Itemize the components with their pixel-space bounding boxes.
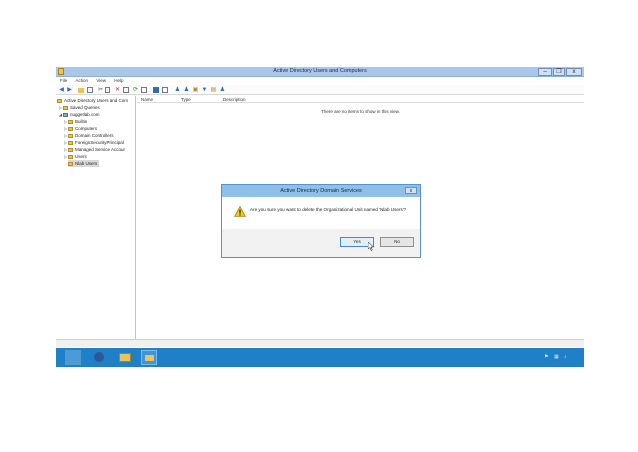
- folder-icon: [68, 147, 73, 152]
- confirm-delete-dialog: Active Directory Domain Services x Are y…: [221, 184, 421, 258]
- folder-icon: [68, 140, 73, 145]
- tree-item-label: nuggetlab.com: [70, 112, 100, 117]
- mouse-cursor-icon: [368, 242, 374, 251]
- column-header-row: Name Type Description: [137, 96, 584, 103]
- minimize-button[interactable]: –: [538, 68, 552, 76]
- powershell-icon[interactable]: [91, 350, 107, 365]
- find-icon[interactable]: ▤: [210, 87, 217, 94]
- column-name[interactable]: Name: [141, 96, 153, 103]
- tree-item-label: Nlab Users: [75, 161, 98, 166]
- view-icon[interactable]: [162, 87, 168, 93]
- window-titlebar: Active Directory Users and Computers – ❐…: [56, 67, 584, 77]
- no-button[interactable]: No: [380, 237, 414, 247]
- folder-icon: [68, 126, 73, 131]
- menu-bar: File Action View Help: [56, 77, 584, 85]
- tree-item-label: Managed Service Accour: [75, 147, 126, 152]
- tree-item-domain-controllers[interactable]: ▷ Domain Controllers: [63, 132, 114, 139]
- refresh-icon[interactable]: ⟳: [132, 87, 139, 94]
- folder-icon: [68, 119, 73, 124]
- aduc-taskbar-icon[interactable]: [141, 350, 157, 365]
- forward-arrow-icon[interactable]: ▶: [66, 87, 73, 94]
- warning-icon: [234, 206, 246, 217]
- new-user-icon[interactable]: ♟: [174, 87, 181, 94]
- new-group-icon[interactable]: ♟: [183, 87, 190, 94]
- help-icon[interactable]: [153, 87, 159, 93]
- tree-item-foreign-security[interactable]: ▷ ForeignSecurityPrincipal: [63, 139, 124, 146]
- maximize-button[interactable]: ❐: [553, 68, 565, 76]
- new-ou-icon[interactable]: ▣: [192, 87, 199, 94]
- menu-help[interactable]: Help: [114, 78, 123, 83]
- tree-item-label: Domain Controllers: [75, 133, 114, 138]
- column-type[interactable]: Type: [181, 96, 191, 103]
- copy-icon[interactable]: [105, 87, 110, 93]
- empty-view-message: There are no items to show in this view.: [321, 109, 400, 114]
- add-to-group-icon[interactable]: ♟: [219, 87, 226, 94]
- tray-volume-icon[interactable]: ♪: [564, 354, 567, 360]
- server-manager-icon[interactable]: [65, 350, 81, 365]
- navigation-pane: Active Directory Users and Com ▷ Saved Qu…: [56, 96, 136, 366]
- folder-icon: [63, 105, 68, 110]
- status-bar: [56, 339, 584, 347]
- folder-icon: [68, 133, 73, 138]
- menu-file[interactable]: File: [60, 78, 67, 83]
- tree-item-builtin[interactable]: ▷ Builtin: [63, 118, 87, 125]
- show-tree-icon[interactable]: [87, 87, 93, 93]
- tree-item-label: Computers: [75, 126, 98, 131]
- folder-icon: [57, 98, 62, 103]
- export-list-icon[interactable]: [141, 87, 147, 93]
- menu-action[interactable]: Action: [76, 78, 89, 83]
- toolbar: ◀ ▶ ✂ ✕ ⟳ ♟ ♟ ▣ ▼ ▤ ♟: [56, 85, 584, 95]
- tree-root[interactable]: Active Directory Users and Com: [57, 97, 128, 104]
- delete-icon[interactable]: ✕: [114, 87, 121, 94]
- tree-item-computers[interactable]: ▷ Computers: [63, 125, 97, 132]
- cut-icon[interactable]: ✂: [97, 87, 104, 94]
- tree-item-users[interactable]: ▷ Users: [63, 153, 87, 160]
- tree-item-managed-service[interactable]: ▷ Managed Service Accour: [63, 146, 125, 153]
- tree-root-label: Active Directory Users and Com: [64, 98, 129, 103]
- tree-item-saved-queries[interactable]: ▷ Saved Queries: [58, 104, 100, 111]
- back-arrow-icon[interactable]: ◀: [58, 87, 65, 94]
- filter-icon[interactable]: ▼: [201, 87, 208, 94]
- folder-up-icon[interactable]: [78, 88, 84, 93]
- dialog-message: Are you sure you want to delete the Orga…: [250, 207, 407, 212]
- file-explorer-icon[interactable]: [117, 350, 133, 365]
- tray-network-icon[interactable]: ▦: [554, 354, 559, 360]
- menu-view[interactable]: View: [96, 78, 106, 83]
- tree-item-label: ForeignSecurityPrincipal: [75, 140, 124, 145]
- domain-icon: [63, 112, 68, 117]
- screen: Active Directory Users and Computers – ❐…: [56, 67, 584, 367]
- tree-item-label: Users: [75, 154, 87, 159]
- tree-item-label: Builtin: [75, 119, 88, 124]
- window-title: Active Directory Users and Computers: [273, 68, 367, 74]
- tree-item-nlab-users[interactable]: Nlab Users: [68, 160, 100, 167]
- folder-icon: [68, 154, 73, 159]
- tree-item-label: Saved Queries: [70, 105, 100, 110]
- taskbar: ⚑ ▦ ♪: [56, 348, 584, 367]
- dialog-body: Are you sure you want to delete the Orga…: [222, 197, 420, 229]
- close-button[interactable]: x: [566, 68, 582, 76]
- ou-icon: [68, 161, 73, 166]
- tray-flag-icon[interactable]: ⚑: [544, 354, 548, 360]
- properties-icon[interactable]: [123, 87, 129, 93]
- column-description[interactable]: Description: [223, 96, 246, 103]
- tree-item-domain[interactable]: ◢ nuggetlab.com: [58, 111, 100, 118]
- dialog-title: Active Directory Domain Services: [222, 185, 420, 197]
- dialog-close-button[interactable]: x: [405, 187, 417, 194]
